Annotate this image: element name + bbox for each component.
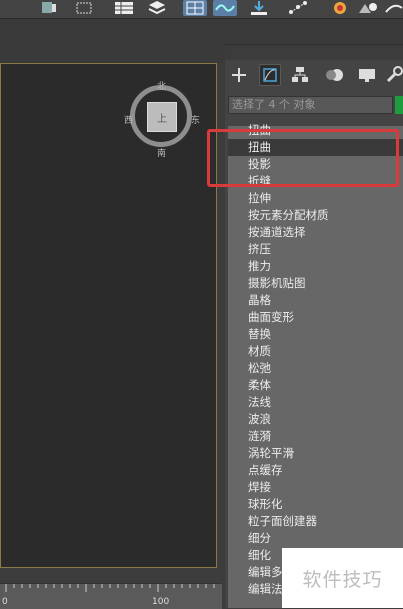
ruler-label-0: 0 [2,597,8,607]
modifier-list-item[interactable]: 拉伸 [248,190,271,207]
ruler-ticks [5,584,215,592]
render-setup-icon[interactable] [356,0,380,16]
modifier-list-item[interactable]: 松弛 [248,360,271,377]
modifier-list-item[interactable]: 按元素分配材质 [248,207,329,224]
tab-motion[interactable] [324,64,346,86]
modifier-list-item[interactable]: 涟漪 [248,428,271,445]
motion-icon [326,69,343,81]
modifier-list-item[interactable]: 按通道选择 [248,224,306,241]
select-region-icon[interactable] [72,0,96,16]
annotation-highlight-box [207,129,399,187]
modifier-list-item[interactable]: 柔体 [248,377,271,394]
modifier-list-item[interactable]: 晶格 [248,292,271,309]
command-panel-tabs [225,60,403,90]
schematic-icon[interactable] [286,0,310,16]
modifier-list-item[interactable]: 推力 [248,258,271,275]
watermark: 软件技巧 [282,548,403,608]
object-color-swatch[interactable] [395,96,403,114]
modifier-list-item[interactable]: 涡轮平滑 [248,445,294,462]
modifier-list-item[interactable]: 替换 [248,326,271,343]
modifier-list-item[interactable]: 点缓存 [248,462,283,479]
download-icon[interactable] [247,0,271,16]
modifier-list-item[interactable]: 波浪 [248,411,271,428]
compass-south[interactable]: 南 [157,146,166,159]
material-editor-icon[interactable] [328,0,352,16]
selection-name-field[interactable]: 选择了 4 个 对象 [228,96,393,114]
modifier-list-item[interactable]: 编辑法 [248,581,283,598]
modifier-list-item[interactable]: 细分 [248,530,271,547]
grid-layout-icon[interactable] [183,0,207,16]
viewcube-face-label: 上 [157,113,167,125]
modifier-list-item[interactable]: 挤压 [248,241,271,258]
wrench-icon [386,66,403,83]
render-icon[interactable] [384,0,403,16]
tab-hierarchy[interactable] [289,64,311,86]
modifier-list-item[interactable]: 法线 [248,394,271,411]
viewcube[interactable]: 上 [147,102,177,132]
modifier-list-item[interactable]: 曲面变形 [248,309,294,326]
tab-modify[interactable] [259,64,281,86]
hierarchy-icon [292,67,308,82]
viewport-header [0,44,225,63]
tab-create[interactable] [228,64,250,86]
compass-north[interactable]: 北 [157,79,166,92]
modifier-list[interactable]: 扭曲 扭曲 投影 折缝 拉伸 按元素分配材质 按通道选择 挤压 推力 摄影机贴图 晶格 曲面变形 替换材… [228,123,403,608]
table-icon[interactable] [112,0,136,16]
curve-editor-icon[interactable] [213,0,237,16]
modifier-list-item[interactable]: 焊接 [248,479,271,496]
main-toolbar [0,0,403,19]
layers-icon[interactable] [145,0,169,16]
compass-west[interactable]: 西 [124,113,133,126]
compass-east[interactable]: 东 [191,113,200,126]
modifier-list-item[interactable]: 编辑多 [248,564,283,581]
tab-utilities[interactable] [383,64,403,86]
modifier-list-item[interactable]: 细化 [248,547,271,564]
display-icon [359,69,375,82]
ribbon-strip [0,19,403,45]
modifier-list-item[interactable]: 材质 [248,343,271,360]
ruler-label-100: 100 [152,597,170,607]
time-ruler[interactable]: 0 100 [0,583,222,609]
modify-icon [263,68,277,82]
plus-icon [232,68,246,82]
modifier-list-item[interactable]: 球形化 [248,496,283,513]
modifier-list-item[interactable]: 粒子面创建器 [248,513,317,530]
viewport[interactable] [0,63,217,568]
tab-display[interactable] [356,64,378,86]
modifier-list-item[interactable]: 摄影机贴图 [248,275,306,292]
link-icon[interactable] [36,0,60,16]
